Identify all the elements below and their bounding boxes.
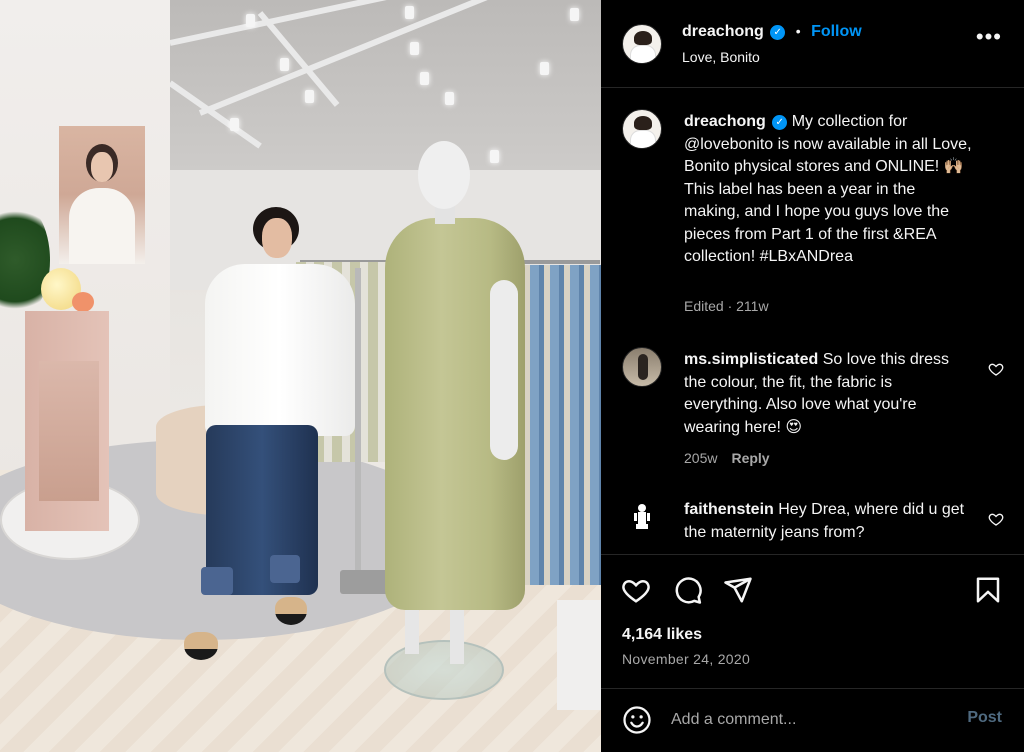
post-panel: dreachong ✓ • Follow Love, Bonito ••• dr… [601, 0, 1024, 752]
follow-button[interactable]: Follow [811, 23, 862, 40]
caption: dreachong ✓ My collection for @lovebonit… [622, 109, 1012, 329]
photo-mannequin-leg-right [450, 604, 464, 664]
more-options-icon[interactable]: ••• [976, 26, 1002, 48]
comment-time: 205w [684, 450, 718, 466]
like-comment-heart-icon[interactable] [988, 361, 1004, 377]
comment-meta: 205w Reply [684, 450, 770, 466]
post-comment-button[interactable]: Post [967, 709, 1002, 727]
post-photo[interactable] [0, 0, 601, 752]
caption-username[interactable]: dreachong [684, 113, 766, 130]
photo-pole [355, 268, 361, 588]
comment-item: faithenstein Hey Drea, where did u get t… [622, 497, 1012, 554]
caption-text: My collection for @lovebonito is now ava… [684, 113, 972, 265]
commenter-avatar[interactable] [622, 497, 662, 537]
comment-body: ms.simplisticated So love this dress the… [684, 349, 969, 439]
author-avatar[interactable] [622, 24, 662, 64]
photo-mannequin-base [384, 640, 504, 700]
author-line: dreachong ✓ • Follow [682, 23, 862, 41]
author-username[interactable]: dreachong [682, 23, 764, 40]
photo-woman-face [262, 218, 292, 258]
commenter-avatar[interactable] [622, 347, 662, 387]
verified-badge-icon: ✓ [770, 25, 786, 40]
photo-woman-shoe-right [275, 597, 307, 625]
comment-bubble-icon[interactable] [673, 575, 703, 605]
photo-mannequin-arm [490, 280, 518, 460]
photo-woman-cuff-right [270, 555, 300, 583]
comment-input[interactable] [671, 707, 941, 733]
like-comment-heart-icon[interactable] [988, 511, 1004, 527]
reply-button[interactable]: Reply [731, 450, 769, 466]
photo-mannequin-leg-left [405, 604, 419, 654]
photo-mannequin-head [418, 141, 470, 209]
verified-badge-icon: ✓ [772, 115, 788, 130]
comment-username[interactable]: faithenstein [684, 501, 774, 518]
photo-plinth [25, 311, 109, 531]
photo-woman-cuff-left [201, 567, 233, 595]
post-location[interactable]: Love, Bonito [682, 49, 760, 65]
caption-body: dreachong ✓ My collection for @lovebonit… [684, 111, 974, 269]
post-date: November 24, 2020 [622, 651, 751, 667]
save-bookmark-icon[interactable] [973, 575, 1003, 605]
add-comment-bar: Post [601, 688, 1024, 752]
comment-item: ms.simplisticated So love this dress the… [622, 347, 1012, 477]
caption-avatar[interactable] [622, 109, 662, 149]
photo-pole-base [340, 570, 390, 594]
photo-pedestal [557, 600, 601, 710]
likes-count[interactable]: 4,164 likes [622, 626, 702, 644]
like-heart-icon[interactable] [621, 575, 651, 605]
share-send-icon[interactable] [723, 575, 753, 605]
post-actions: 4,164 likes November 24, 2020 [601, 554, 1024, 688]
emoji-smiley-icon[interactable] [622, 705, 652, 735]
comments-section[interactable]: dreachong ✓ My collection for @lovebonit… [601, 89, 1024, 554]
photo-ornament [72, 292, 94, 312]
caption-meta: Edited · 211w [684, 298, 769, 314]
post-header: dreachong ✓ • Follow Love, Bonito ••• [601, 0, 1024, 88]
header-separator: • [795, 23, 801, 39]
comment-username[interactable]: ms.simplisticated [684, 351, 818, 368]
photo-woman-shirt [205, 264, 355, 436]
photo-poster [59, 126, 145, 264]
comment-body: faithenstein Hey Drea, where did u get t… [684, 499, 969, 544]
photo-woman-shoe-left [184, 632, 218, 660]
